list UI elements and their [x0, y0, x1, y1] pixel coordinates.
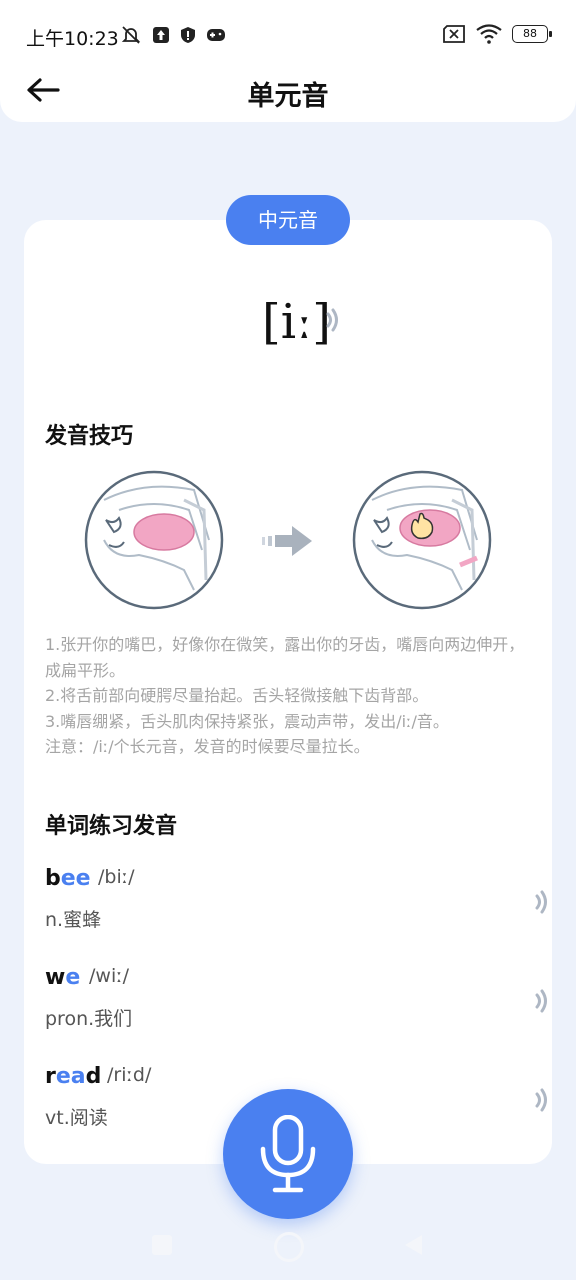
- speaker-icon[interactable]: [531, 888, 555, 916]
- sim-error-icon: [443, 25, 465, 43]
- system-nav-bar: [0, 1215, 576, 1280]
- word-row-bee[interactable]: bee /biː/ n.蜜蜂: [45, 860, 547, 940]
- home-button[interactable]: [274, 1232, 304, 1262]
- mouth-diagram-before-icon: [84, 470, 224, 610]
- speaker-icon[interactable]: [531, 1086, 555, 1114]
- tip-item: 3.嘴唇绷紧，舌头肌肉保持紧张，震动声带，发出/iː/音。: [45, 711, 449, 731]
- status-icons-right: 88: [442, 24, 552, 44]
- word-text: we: [45, 965, 81, 990]
- bell-off-icon: [121, 26, 141, 44]
- word-text: read: [45, 1064, 102, 1089]
- tips-section-title: 发音技巧: [45, 424, 134, 449]
- word-ipa: /wiː/: [89, 965, 130, 987]
- recent-apps-button[interactable]: [152, 1235, 172, 1255]
- wifi-icon: [476, 24, 502, 44]
- category-badge[interactable]: 中元音: [226, 195, 350, 245]
- word-text: bee: [45, 866, 91, 891]
- tip-item: 注意：/iː/个长元音，发音的时候要尽量拉长。: [45, 737, 370, 756]
- upload-icon: [153, 27, 169, 43]
- record-button[interactable]: [223, 1089, 353, 1219]
- microphone-icon: [260, 1115, 316, 1193]
- word-ipa: /riːd/: [107, 1064, 152, 1086]
- tip-item: 1.张开你的嘴巴，好像你在微笑，露出你的牙齿，嘴唇向两边伸开，成扁平形。: [45, 635, 525, 680]
- status-icons-left: [120, 24, 226, 46]
- arrow-right-icon: [262, 526, 312, 556]
- shield-icon: [181, 27, 195, 43]
- words-section-title: 单词练习发音: [45, 814, 178, 839]
- word-row-we[interactable]: we /wiː/ pron.我们: [45, 959, 547, 1039]
- status-time: 上午10:23: [26, 28, 119, 50]
- app-header: 单元音: [0, 58, 576, 122]
- word-meaning: vt.阅读: [45, 1107, 108, 1129]
- mouth-diagram-after-icon: [352, 470, 492, 610]
- word-ipa: /biː/: [98, 866, 135, 888]
- speaker-icon[interactable]: [531, 987, 555, 1015]
- speaker-icon[interactable]: [322, 306, 346, 334]
- word-meaning: pron.我们: [45, 1008, 133, 1030]
- page-title: 单元音: [247, 81, 329, 112]
- tip-item: 2.将舌前部向硬腭尽量抬起。舌头轻微接触下齿背部。: [45, 686, 429, 705]
- nav-back-icon[interactable]: [402, 1233, 424, 1257]
- pronunciation-tips: 1.张开你的嘴巴，好像你在微笑，露出你的牙齿，嘴唇向两边伸开，成扁平形。 2.将…: [45, 632, 535, 760]
- battery-indicator: 88: [512, 25, 552, 43]
- phonetic-symbol: [iː]: [262, 294, 331, 350]
- word-meaning: n.蜜蜂: [45, 909, 102, 931]
- gamepad-icon: [207, 29, 225, 41]
